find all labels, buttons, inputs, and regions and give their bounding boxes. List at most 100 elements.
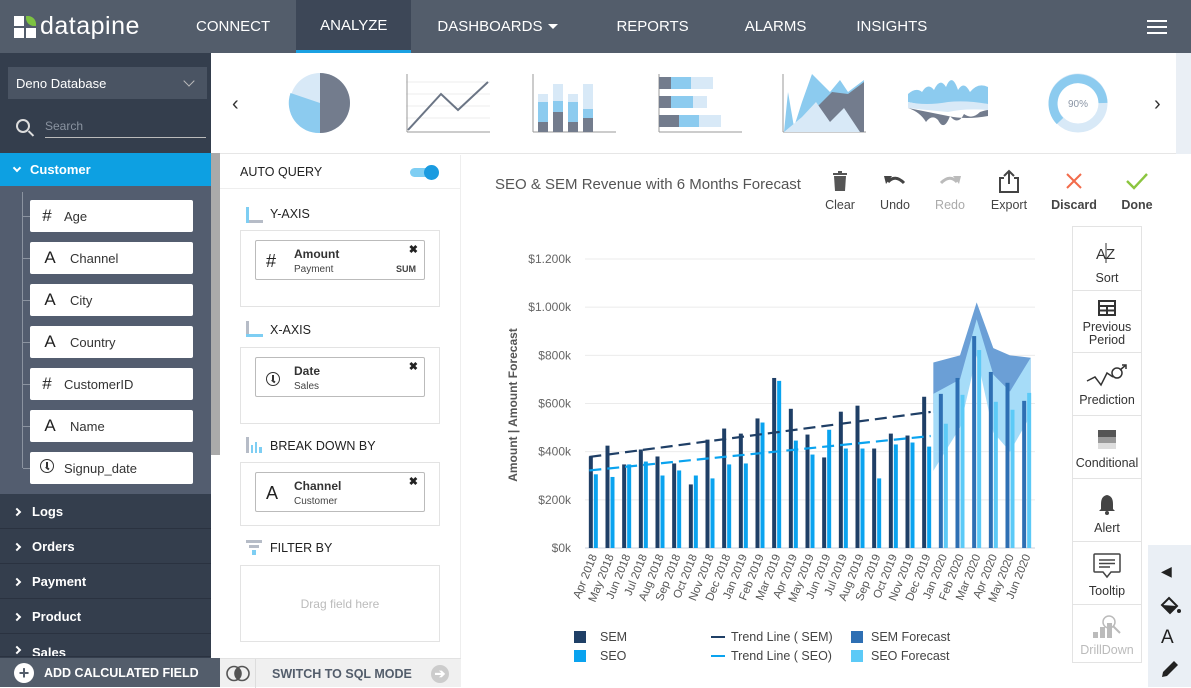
- table-customer[interactable]: Customer: [0, 153, 211, 186]
- search-input[interactable]: [45, 114, 206, 138]
- nav-dashboards[interactable]: DASHBOARDS: [411, 0, 584, 53]
- bar-sem: [705, 439, 710, 548]
- alert-tool[interactable]: Alert: [1073, 479, 1141, 542]
- filter-dropzone[interactable]: Drag field here: [240, 565, 440, 642]
- nav-alarms[interactable]: ALARMS: [721, 0, 831, 53]
- chart-type-stream[interactable]: [906, 72, 990, 134]
- bar-sem-forecast: [972, 336, 977, 548]
- chart-type-line[interactable]: [406, 72, 490, 134]
- add-calculated-field-button[interactable]: + ADD CALCULATED FIELD: [0, 658, 220, 687]
- hamburger-icon[interactable]: [1147, 20, 1167, 34]
- table-sales[interactable]: Sales: [0, 635, 211, 657]
- customer-fields: # Age A Channel A City A Country # CustomerID…: [0, 186, 211, 494]
- export-icon: [999, 169, 1019, 193]
- legend-item-sem-forecast[interactable]: SEM Forecast: [851, 630, 950, 644]
- table-icon: [1098, 300, 1116, 316]
- venn-icon[interactable]: [225, 665, 251, 682]
- remove-icon[interactable]: ✖: [409, 360, 418, 373]
- aggregation-label[interactable]: SUM: [396, 264, 416, 274]
- arrow-right-circle-icon[interactable]: ➔: [431, 665, 449, 683]
- table-payment[interactable]: Payment: [0, 565, 211, 599]
- trash-icon: [833, 171, 847, 191]
- chevron-right-icon[interactable]: ›: [1154, 93, 1161, 116]
- legend-swatch: [851, 631, 863, 643]
- bar-sem: [622, 464, 627, 548]
- field-age[interactable]: # Age: [23, 200, 193, 232]
- nav-analyze[interactable]: ANALYZE: [296, 0, 412, 53]
- switch-sql-mode-button[interactable]: SWITCH TO SQL MODE: [272, 667, 412, 681]
- undo-button[interactable]: Undo: [868, 168, 922, 214]
- chart-type-gauge[interactable]: 90%: [1038, 72, 1122, 134]
- nav-connect[interactable]: CONNECT: [170, 0, 296, 53]
- previous-period-tool[interactable]: Previous Period: [1073, 291, 1141, 353]
- auto-query-toggle[interactable]: [410, 165, 440, 180]
- nav-insights[interactable]: INSIGHTS: [830, 0, 953, 53]
- pencil-icon[interactable]: [1160, 659, 1180, 679]
- auto-query-label: AUTO QUERY: [240, 165, 323, 179]
- export-button[interactable]: Export: [982, 168, 1036, 214]
- drilldown-tool[interactable]: DrillDown: [1073, 605, 1141, 663]
- datapine-logo[interactable]: datapine: [0, 0, 170, 53]
- remove-icon[interactable]: ✖: [409, 243, 418, 256]
- conditional-tool[interactable]: Conditional: [1073, 416, 1141, 479]
- chart-type-stacked-bar[interactable]: [658, 72, 742, 134]
- x-axis-field-chip[interactable]: Date Sales ✖: [255, 357, 425, 397]
- legend-item-sem[interactable]: SEM: [574, 630, 627, 644]
- legend-item-seo-forecast[interactable]: SEO Forecast: [851, 649, 950, 663]
- done-button[interactable]: Done: [1110, 168, 1164, 214]
- data-sidebar: Deno Database Customer # Age A Channel A Ci…: [0, 53, 211, 687]
- x-axis-dropzone[interactable]: Date Sales ✖: [240, 347, 440, 424]
- field-signup-date[interactable]: Signup_date: [23, 452, 193, 484]
- bar-seo: [743, 463, 748, 548]
- break-down-dropzone[interactable]: A Channel Customer ✖: [240, 462, 440, 526]
- sort-tool[interactable]: AZ Sort: [1073, 227, 1141, 291]
- bar-seo: [593, 474, 598, 548]
- prediction-tool[interactable]: Prediction: [1073, 353, 1141, 416]
- chart-type-stacked-column[interactable]: [532, 72, 616, 134]
- chart-type-pie[interactable]: [288, 72, 372, 134]
- collapse-left-icon[interactable]: ◀: [1161, 563, 1172, 580]
- break-down-field-chip[interactable]: A Channel Customer ✖: [255, 472, 425, 512]
- bar-seo-forecast: [960, 394, 965, 548]
- discard-button[interactable]: Discard: [1047, 168, 1101, 214]
- field-city[interactable]: A City: [23, 284, 193, 316]
- clear-button[interactable]: Clear: [813, 168, 867, 214]
- field-channel[interactable]: A Channel: [23, 242, 193, 274]
- legend-item-trend-seo[interactable]: Trend Line ( SEO): [711, 649, 832, 663]
- y-axis-ticks: $0k $200k $400k $600k $800k $1.000k $1.200k: [528, 252, 572, 555]
- tooltip-tool[interactable]: Tooltip: [1073, 542, 1141, 605]
- field-country[interactable]: A Country: [23, 326, 193, 358]
- field-name[interactable]: A Name: [23, 410, 193, 442]
- field-search: [16, 113, 206, 139]
- chart-tools-panel: AZ Sort Previous Period Prediction Condi…: [1072, 226, 1142, 663]
- legend-item-trend-sem[interactable]: Trend Line ( SEM): [711, 630, 833, 644]
- bar-sem: [738, 433, 743, 548]
- database-select[interactable]: Deno Database: [8, 67, 207, 99]
- bar-sem: [755, 418, 760, 548]
- redo-button[interactable]: Redo: [923, 168, 977, 214]
- bar-seo: [610, 476, 615, 548]
- bar-sem-forecast: [938, 393, 943, 548]
- chart-title[interactable]: SEO & SEM Revenue with 6 Months Forecast: [495, 176, 801, 193]
- field-label: Country: [70, 334, 116, 350]
- chevron-left-icon[interactable]: ‹: [232, 93, 239, 116]
- sidebar-scrollbar-thumb[interactable]: [211, 153, 220, 455]
- table-logs[interactable]: Logs: [0, 495, 211, 529]
- field-customerid[interactable]: # CustomerID: [23, 368, 193, 400]
- legend-swatch: [574, 650, 586, 662]
- paint-bucket-icon[interactable]: [1160, 596, 1182, 616]
- font-icon[interactable]: A: [1161, 627, 1174, 649]
- legend-label: SEM Forecast: [871, 630, 951, 644]
- table-product[interactable]: Product: [0, 600, 211, 634]
- nav-reports[interactable]: REPORTS: [584, 0, 720, 53]
- undo-label: Undo: [880, 198, 910, 212]
- chart-type-area[interactable]: [782, 72, 866, 134]
- remove-icon[interactable]: ✖: [409, 475, 418, 488]
- number-icon: #: [266, 251, 277, 271]
- y-axis-field-chip[interactable]: # Amount Payment SUM ✖: [255, 240, 425, 280]
- y-axis-dropzone[interactable]: # Amount Payment SUM ✖: [240, 230, 440, 307]
- previous-period-label: Previous Period: [1082, 320, 1132, 347]
- table-orders[interactable]: Orders: [0, 530, 211, 564]
- nav-alarms-label: ALARMS: [744, 18, 807, 35]
- legend-item-seo[interactable]: SEO: [574, 649, 626, 663]
